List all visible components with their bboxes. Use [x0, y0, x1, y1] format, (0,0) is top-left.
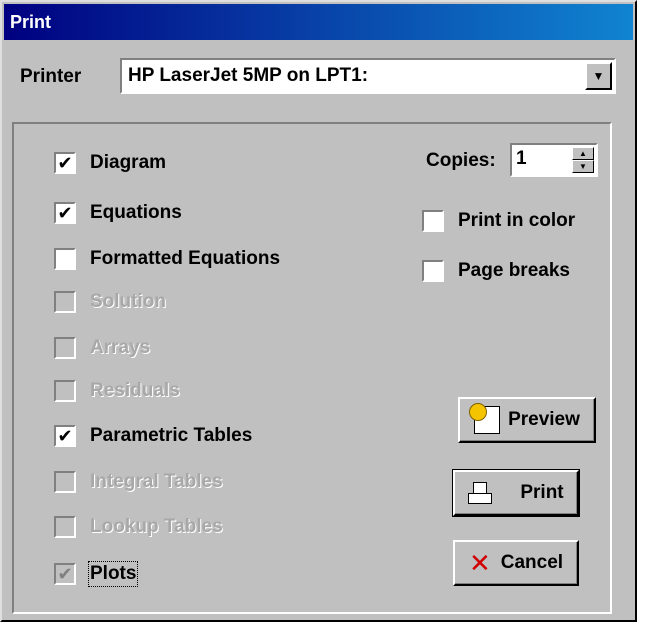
checkbox-integral-tables-box [54, 471, 76, 493]
print-button[interactable]: Print [452, 469, 580, 517]
copies-value[interactable]: 1 [516, 148, 527, 170]
checkbox-lookup-tables: Lookup Tables [54, 516, 223, 538]
copies-label: Copies: [426, 150, 496, 171]
checkbox-page-breaks-box[interactable] [422, 260, 444, 282]
checkbox-arrays-box [54, 337, 76, 359]
checkbox-print-in-color[interactable]: Print in color [422, 210, 575, 232]
preview-button[interactable]: Preview [458, 397, 596, 443]
checkbox-solution-box [54, 291, 76, 313]
print-button-label: Print [520, 482, 564, 503]
checkbox-equations[interactable]: ✔ Equations [54, 202, 182, 224]
checkbox-lookup-tables-label: Lookup Tables [90, 516, 223, 537]
checkbox-plots-label: Plots [87, 561, 139, 587]
checkbox-print-in-color-box[interactable] [422, 210, 444, 232]
checkbox-print-in-color-label: Print in color [458, 210, 576, 231]
checkbox-formatted-equations-box[interactable] [54, 248, 76, 270]
cancel-button-label: Cancel [500, 552, 564, 573]
checkbox-page-breaks[interactable]: Page breaks [422, 260, 570, 282]
chevron-down-icon[interactable]: ▼ [585, 62, 612, 90]
checkbox-plots[interactable]: ✔ Plots [54, 561, 139, 587]
printer-icon [468, 482, 493, 504]
checkbox-residuals: Residuals [54, 380, 180, 402]
title-bar: Print [4, 4, 633, 40]
checkbox-solution: Solution [54, 291, 166, 313]
checkbox-equations-box[interactable]: ✔ [54, 202, 76, 224]
checkbox-integral-tables-label: Integral Tables [90, 471, 223, 492]
spin-down-icon[interactable]: ▼ [572, 160, 594, 173]
checkbox-plots-box[interactable]: ✔ [54, 563, 76, 585]
checkbox-diagram-box[interactable]: ✔ [54, 152, 76, 174]
checkbox-page-breaks-label: Page breaks [458, 260, 570, 281]
checkbox-integral-tables: Integral Tables [54, 471, 223, 493]
checkbox-arrays: Arrays [54, 337, 150, 359]
checkbox-residuals-label: Residuals [90, 380, 180, 401]
checkbox-diagram-label: Diagram [90, 152, 167, 173]
checkbox-parametric-tables[interactable]: ✔ Parametric Tables [54, 425, 252, 447]
checkbox-arrays-label: Arrays [90, 337, 151, 358]
checkbox-diagram[interactable]: ✔ Diagram [54, 152, 166, 174]
checkbox-formatted-equations[interactable]: Formatted Equations [54, 248, 280, 270]
checkbox-parametric-tables-label: Parametric Tables [90, 425, 253, 446]
print-dialog: Print Printer HP LaserJet 5MP on LPT1: ▼… [0, 0, 637, 622]
cancel-button[interactable]: ✕ Cancel [453, 540, 579, 586]
checkbox-equations-label: Equations [90, 202, 182, 223]
checkbox-solution-label: Solution [90, 291, 166, 312]
spin-up-icon[interactable]: ▲ [572, 147, 594, 160]
copies-stepper[interactable]: 1 ▲ ▼ [510, 143, 598, 177]
printer-label: Printer [20, 66, 82, 87]
checkbox-residuals-box [54, 380, 76, 402]
checkbox-lookup-tables-box [54, 516, 76, 538]
printer-select[interactable]: HP LaserJet 5MP on LPT1: ▼ [120, 58, 616, 94]
checkbox-formatted-equations-label: Formatted Equations [90, 248, 281, 269]
close-icon: ✕ [468, 547, 491, 578]
printer-select-value: HP LaserJet 5MP on LPT1: [128, 65, 369, 86]
preview-button-label: Preview [508, 409, 580, 430]
preview-icon [469, 403, 501, 434]
checkbox-parametric-tables-box[interactable]: ✔ [54, 425, 76, 447]
